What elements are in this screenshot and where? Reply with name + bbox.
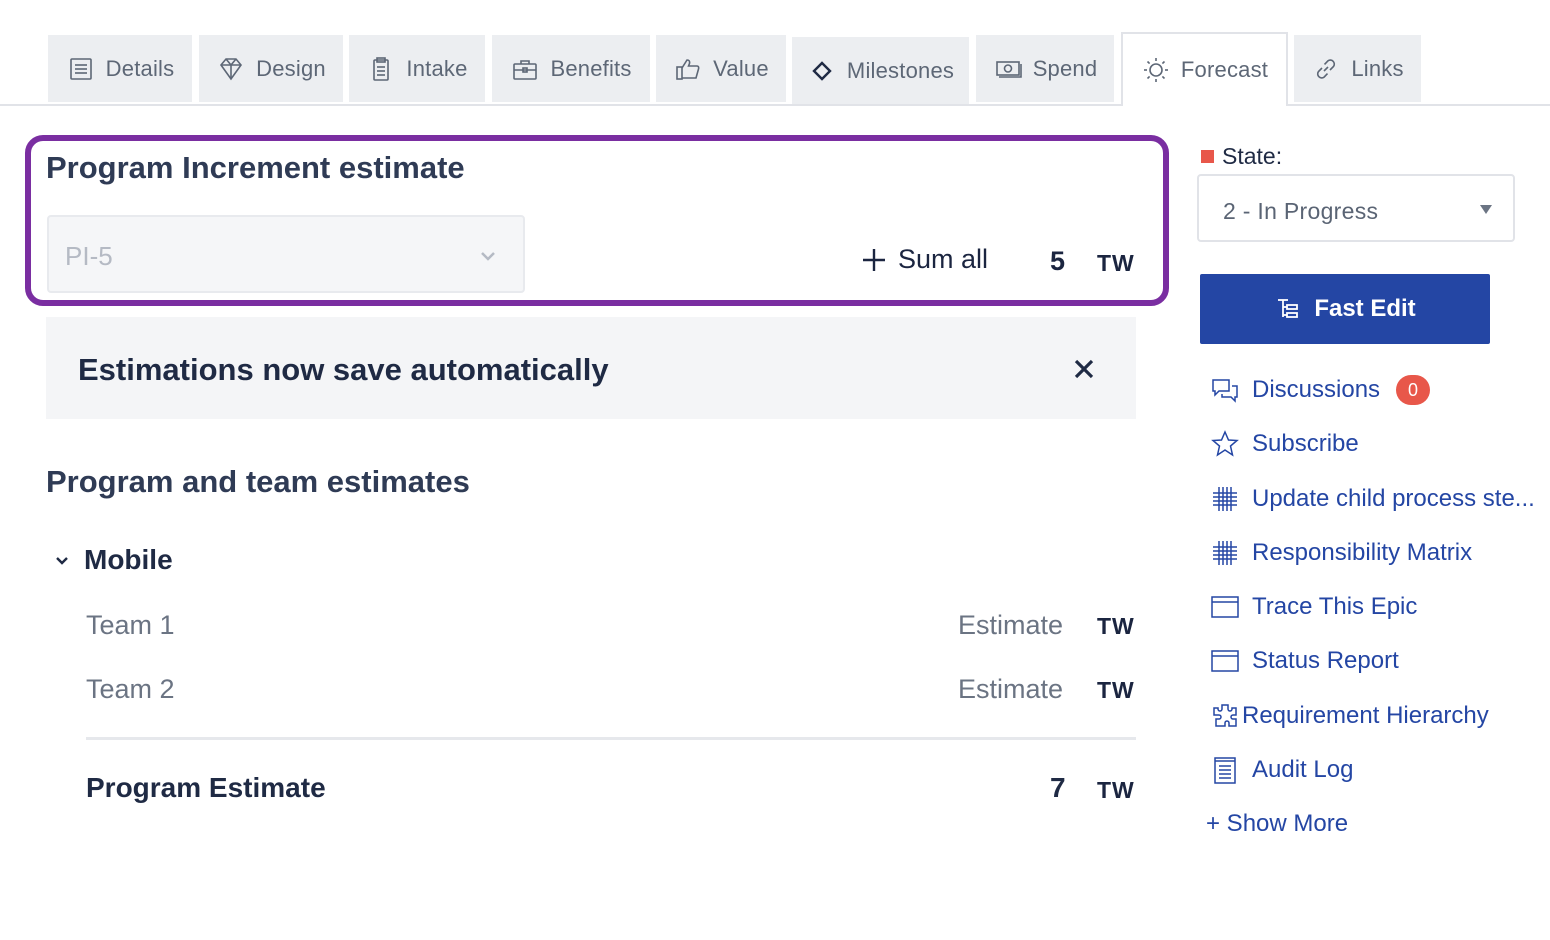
diamond-icon	[220, 57, 243, 80]
plus-icon	[863, 248, 885, 271]
team-estimate-input[interactable]: Estimate	[958, 674, 1063, 705]
tab-label: Intake	[406, 55, 468, 81]
notice-text: Estimations now save automatically	[78, 352, 609, 387]
state-color-indicator	[1201, 150, 1214, 163]
autosave-notice: Estimations now save automatically	[46, 317, 1136, 419]
group-label: Mobile	[84, 544, 173, 575]
link-discussions[interactable]: Discussions 0	[1210, 375, 1431, 405]
pi-select-value: PI-5	[65, 241, 113, 271]
document-icon	[69, 57, 92, 80]
money-icon	[995, 60, 1022, 78]
grid-icon	[1213, 541, 1237, 565]
star-icon	[1211, 430, 1239, 457]
chevron-down-icon	[481, 252, 495, 261]
program-estimate-value: 7	[1050, 772, 1066, 803]
tab-design[interactable]: Design	[199, 35, 343, 102]
team-estimate-unit: TW	[1097, 677, 1135, 703]
window-icon	[1211, 650, 1239, 672]
tab-label: Milestones	[846, 57, 955, 83]
tab-milestones[interactable]: Milestones	[792, 37, 969, 104]
team-name: Team 2	[86, 674, 175, 704]
hierarchy-icon	[1278, 299, 1299, 318]
team-name: Team 1	[86, 610, 175, 640]
tab-bar-baseline	[0, 104, 1550, 106]
thumbs-up-icon	[676, 58, 700, 80]
tab-value[interactable]: Value	[656, 35, 786, 102]
show-more-link[interactable]: + Show More	[1206, 810, 1348, 838]
link-label: Discussions	[1252, 376, 1381, 403]
link-label: Requirement Hierarchy	[1242, 702, 1489, 729]
group-toggle-mobile[interactable]: Mobile	[52, 544, 173, 576]
close-icon[interactable]	[1072, 357, 1096, 381]
tab-label: Details	[105, 55, 175, 81]
discussions-count-badge: 0	[1396, 375, 1431, 405]
link-requirement-hierarchy[interactable]: Requirement Hierarchy	[1210, 701, 1489, 731]
sum-all-button[interactable]: Sum all	[860, 244, 988, 275]
chat-icon	[1212, 379, 1238, 403]
state-label-text: State:	[1222, 143, 1283, 169]
tab-bar: Details Design Intake Benefits Value Mil…	[0, 0, 1550, 106]
tab-spend[interactable]: Spend	[976, 35, 1114, 102]
tab-label: Design	[256, 55, 326, 81]
team-estimate-unit: TW	[1097, 613, 1135, 639]
clipboard-icon	[373, 56, 390, 81]
milestone-icon	[812, 60, 832, 81]
fast-edit-label: Fast Edit	[1314, 295, 1416, 322]
tab-label: Benefits	[550, 55, 632, 81]
state-select[interactable]: 2 - In Progress	[1197, 174, 1515, 242]
state-label: State:	[1201, 143, 1282, 170]
link-responsibility-matrix[interactable]: Responsibility Matrix	[1210, 538, 1472, 568]
program-estimate-unit: TW	[1097, 777, 1135, 803]
team-estimate-input[interactable]: Estimate	[958, 610, 1063, 641]
sum-all-label: Sum all	[898, 244, 989, 274]
caret-down-icon	[1480, 205, 1492, 214]
tab-links[interactable]: Links	[1294, 35, 1421, 102]
estimates-title: Program and team estimates	[46, 464, 470, 499]
pi-estimate-unit: TW	[1097, 250, 1135, 276]
link-label: Status Report	[1252, 647, 1399, 674]
pi-select[interactable]: PI-5	[47, 215, 525, 293]
divider	[86, 737, 1136, 740]
tab-benefits[interactable]: Benefits	[492, 35, 650, 102]
link-trace-this-epic[interactable]: Trace This Epic	[1210, 592, 1417, 622]
log-icon	[1214, 757, 1236, 784]
program-estimate-label: Program Estimate	[86, 772, 326, 803]
link-label: Subscribe	[1252, 430, 1359, 457]
pi-estimate-value: 5	[1050, 246, 1066, 276]
sun-icon	[1143, 58, 1168, 82]
pi-estimate-title: Program Increment estimate	[46, 150, 465, 185]
tab-label: Links	[1351, 55, 1404, 81]
tab-label: Spend	[1032, 55, 1098, 81]
state-select-value: 2 - In Progress	[1223, 198, 1379, 224]
puzzle-icon	[1213, 704, 1237, 727]
link-label: Update child process ste...	[1252, 485, 1535, 512]
fast-edit-button[interactable]: Fast Edit	[1200, 274, 1490, 344]
link-label: Responsibility Matrix	[1252, 539, 1473, 566]
window-icon	[1211, 596, 1239, 618]
link-status-report[interactable]: Status Report	[1210, 646, 1399, 676]
link-label: Audit Log	[1252, 756, 1354, 783]
link-update-child-process[interactable]: Update child process ste...	[1210, 484, 1535, 514]
grid-icon	[1213, 487, 1237, 511]
tab-label: Forecast	[1180, 57, 1269, 82]
link-audit-log[interactable]: Audit Log	[1210, 755, 1353, 785]
tab-label: Value	[713, 55, 769, 81]
tab-forecast[interactable]: Forecast	[1121, 32, 1288, 106]
link-subscribe[interactable]: Subscribe	[1210, 429, 1359, 459]
chevron-down-icon	[56, 557, 68, 565]
briefcase-icon	[513, 59, 538, 80]
tab-intake[interactable]: Intake	[349, 35, 485, 102]
link-icon	[1317, 58, 1336, 79]
link-label: Trace This Epic	[1252, 593, 1418, 620]
tab-details[interactable]: Details	[48, 35, 192, 102]
